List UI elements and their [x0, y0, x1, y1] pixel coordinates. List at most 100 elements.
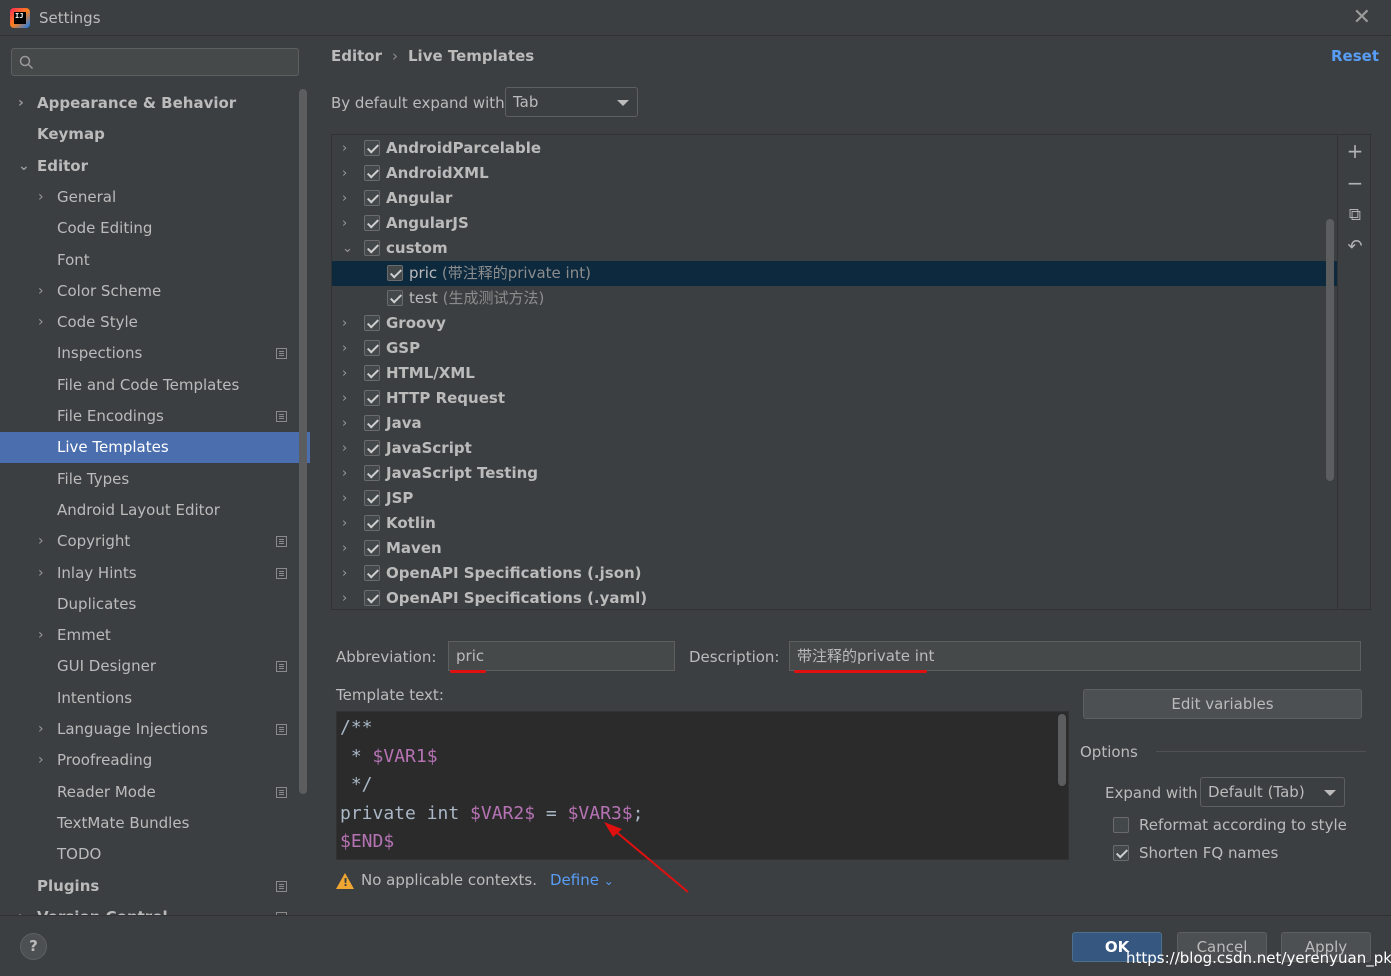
templates-scrollbar[interactable]	[1326, 219, 1334, 481]
chevron-right-icon[interactable]: ›	[38, 745, 50, 776]
sidebar-item-keymap[interactable]: Keymap	[0, 119, 310, 150]
chevron-right-icon[interactable]: ›	[342, 361, 347, 386]
template-checkbox[interactable]	[364, 165, 380, 181]
sidebar-item-code-editing[interactable]: Code Editing	[0, 213, 310, 244]
chevron-right-icon[interactable]: ›	[342, 486, 347, 511]
sidebar-item-android-layout-editor[interactable]: Android Layout Editor	[0, 495, 310, 526]
chevron-right-icon[interactable]: ›	[342, 536, 347, 561]
sidebar-item-reader-mode[interactable]: Reader Mode	[0, 777, 310, 808]
sidebar-item-general[interactable]: › General	[0, 182, 310, 213]
template-checkbox[interactable]	[364, 490, 380, 506]
sidebar-item-todo[interactable]: TODO	[0, 839, 310, 870]
template-group-row[interactable]: › JavaScript	[332, 436, 1337, 461]
template-checkbox[interactable]	[364, 415, 380, 431]
chevron-right-icon[interactable]: ›	[38, 714, 50, 745]
chevron-right-icon[interactable]: ›	[38, 558, 50, 589]
reformat-checkbox[interactable]	[1113, 817, 1129, 833]
chevron-down-icon[interactable]: ⌄	[342, 236, 353, 261]
chevron-right-icon[interactable]: ›	[342, 586, 347, 609]
template-checkbox[interactable]	[364, 340, 380, 356]
chevron-right-icon[interactable]: ›	[342, 311, 347, 336]
help-button[interactable]: ?	[20, 933, 47, 960]
sidebar-item-version-control[interactable]: › Version Control	[0, 902, 310, 915]
chevron-right-icon[interactable]: ›	[342, 186, 347, 211]
template-checkbox[interactable]	[364, 465, 380, 481]
chevron-right-icon[interactable]: ›	[342, 336, 347, 361]
template-group-row[interactable]: › Java	[332, 411, 1337, 436]
sidebar-item-file-types[interactable]: File Types	[0, 464, 310, 495]
template-checkbox[interactable]	[364, 315, 380, 331]
chevron-right-icon[interactable]: ›	[38, 307, 50, 338]
default-expand-dropdown[interactable]: Tab	[505, 87, 638, 117]
template-group-row[interactable]: › GSP	[332, 336, 1337, 361]
sidebar-item-plugins[interactable]: Plugins	[0, 871, 310, 902]
template-group-row[interactable]: › AngularJS	[332, 211, 1337, 236]
template-group-row[interactable]: › HTTP Request	[332, 386, 1337, 411]
sidebar-item-proofreading[interactable]: › Proofreading	[0, 745, 310, 776]
template-group-row[interactable]: › AndroidParcelable	[332, 136, 1337, 161]
sidebar-item-file-encodings[interactable]: File Encodings	[0, 401, 310, 432]
sidebar-item-language-injections[interactable]: › Language Injections	[0, 714, 310, 745]
template-checkbox[interactable]	[364, 365, 380, 381]
template-checkbox[interactable]	[364, 515, 380, 531]
editor-scrollbar[interactable]	[1058, 714, 1066, 786]
chevron-right-icon[interactable]: ›	[342, 461, 347, 486]
chevron-right-icon[interactable]: ›	[342, 386, 347, 411]
chevron-right-icon[interactable]: ›	[38, 276, 50, 307]
sidebar-item-duplicates[interactable]: Duplicates	[0, 589, 310, 620]
sidebar-item-gui-designer[interactable]: GUI Designer	[0, 651, 310, 682]
template-checkbox[interactable]	[364, 390, 380, 406]
template-group-row[interactable]: › JavaScript Testing	[332, 461, 1337, 486]
chevron-right-icon[interactable]: ›	[342, 411, 347, 436]
sidebar-item-editor[interactable]: ⌄ Editor	[0, 151, 310, 182]
edit-variables-button[interactable]: Edit variables	[1083, 689, 1362, 719]
chevron-right-icon[interactable]: ›	[342, 136, 347, 161]
sidebar-item-live-templates[interactable]: Live Templates	[0, 432, 310, 464]
template-group-row[interactable]: › JSP	[332, 486, 1337, 511]
sidebar-item-appearance-behavior[interactable]: › Appearance & Behavior	[0, 88, 310, 119]
sidebar-item-intentions[interactable]: Intentions	[0, 683, 310, 714]
sidebar-item-color-scheme[interactable]: › Color Scheme	[0, 276, 310, 307]
search-field[interactable]	[11, 48, 299, 76]
template-group-row[interactable]: › AndroidXML	[332, 161, 1337, 186]
description-field[interactable]: 带注释的private int	[789, 641, 1361, 671]
template-group-row[interactable]: ⌄ custom	[332, 236, 1337, 261]
abbreviation-field[interactable]: pric	[448, 641, 675, 671]
template-checkbox[interactable]	[364, 590, 380, 606]
template-group-row[interactable]: › HTML/XML	[332, 361, 1337, 386]
template-checkbox[interactable]	[364, 565, 380, 581]
templates-tree[interactable]: › AndroidParcelable › AndroidXML › Angular › An…	[331, 134, 1338, 610]
template-group-row[interactable]: › Kotlin	[332, 511, 1337, 536]
template-checkbox[interactable]	[387, 290, 403, 306]
breadcrumb-editor[interactable]: Editor	[331, 47, 382, 65]
template-group-row[interactable]: › OpenAPI Specifications (.yaml)	[332, 586, 1337, 609]
template-checkbox[interactable]	[364, 215, 380, 231]
search-input[interactable]	[40, 52, 290, 72]
sidebar-scrollbar[interactable]	[299, 89, 307, 794]
chevron-right-icon[interactable]: ›	[38, 526, 50, 557]
sidebar-item-copyright[interactable]: › Copyright	[0, 526, 310, 557]
sidebar-item-font[interactable]: Font	[0, 245, 310, 276]
chevron-right-icon[interactable]: ›	[342, 511, 347, 536]
chevron-right-icon[interactable]: ›	[342, 561, 347, 586]
shorten-fq-checkbox[interactable]	[1113, 845, 1129, 861]
close-icon[interactable]: ✕	[1353, 6, 1371, 30]
expand-with-dropdown[interactable]: Default (Tab)	[1200, 777, 1345, 807]
template-checkbox[interactable]	[364, 140, 380, 156]
copy-icon[interactable]: ⧉	[1345, 205, 1365, 225]
chevron-right-icon[interactable]: ›	[342, 161, 347, 186]
template-row[interactable]: pric (带注释的private int)	[332, 261, 1337, 286]
chevron-right-icon[interactable]: ›	[38, 182, 50, 213]
add-icon[interactable]: +	[1345, 141, 1365, 161]
template-checkbox[interactable]	[364, 540, 380, 556]
chevron-right-icon[interactable]: ›	[342, 211, 347, 236]
sidebar-item-file-and-code-templates[interactable]: File and Code Templates	[0, 370, 310, 401]
template-group-row[interactable]: › Angular	[332, 186, 1337, 211]
template-text-editor[interactable]: /** * $VAR1$ */ private int $VAR2$ = $VAR…	[336, 711, 1069, 860]
reformat-checkbox-row[interactable]: Reformat according to style	[1113, 815, 1363, 835]
template-checkbox[interactable]	[364, 190, 380, 206]
restore-icon[interactable]: ↶	[1345, 237, 1365, 257]
template-row[interactable]: test (生成测试方法)	[332, 286, 1337, 311]
chevron-right-icon[interactable]: ›	[18, 902, 30, 915]
template-checkbox[interactable]	[364, 240, 380, 256]
